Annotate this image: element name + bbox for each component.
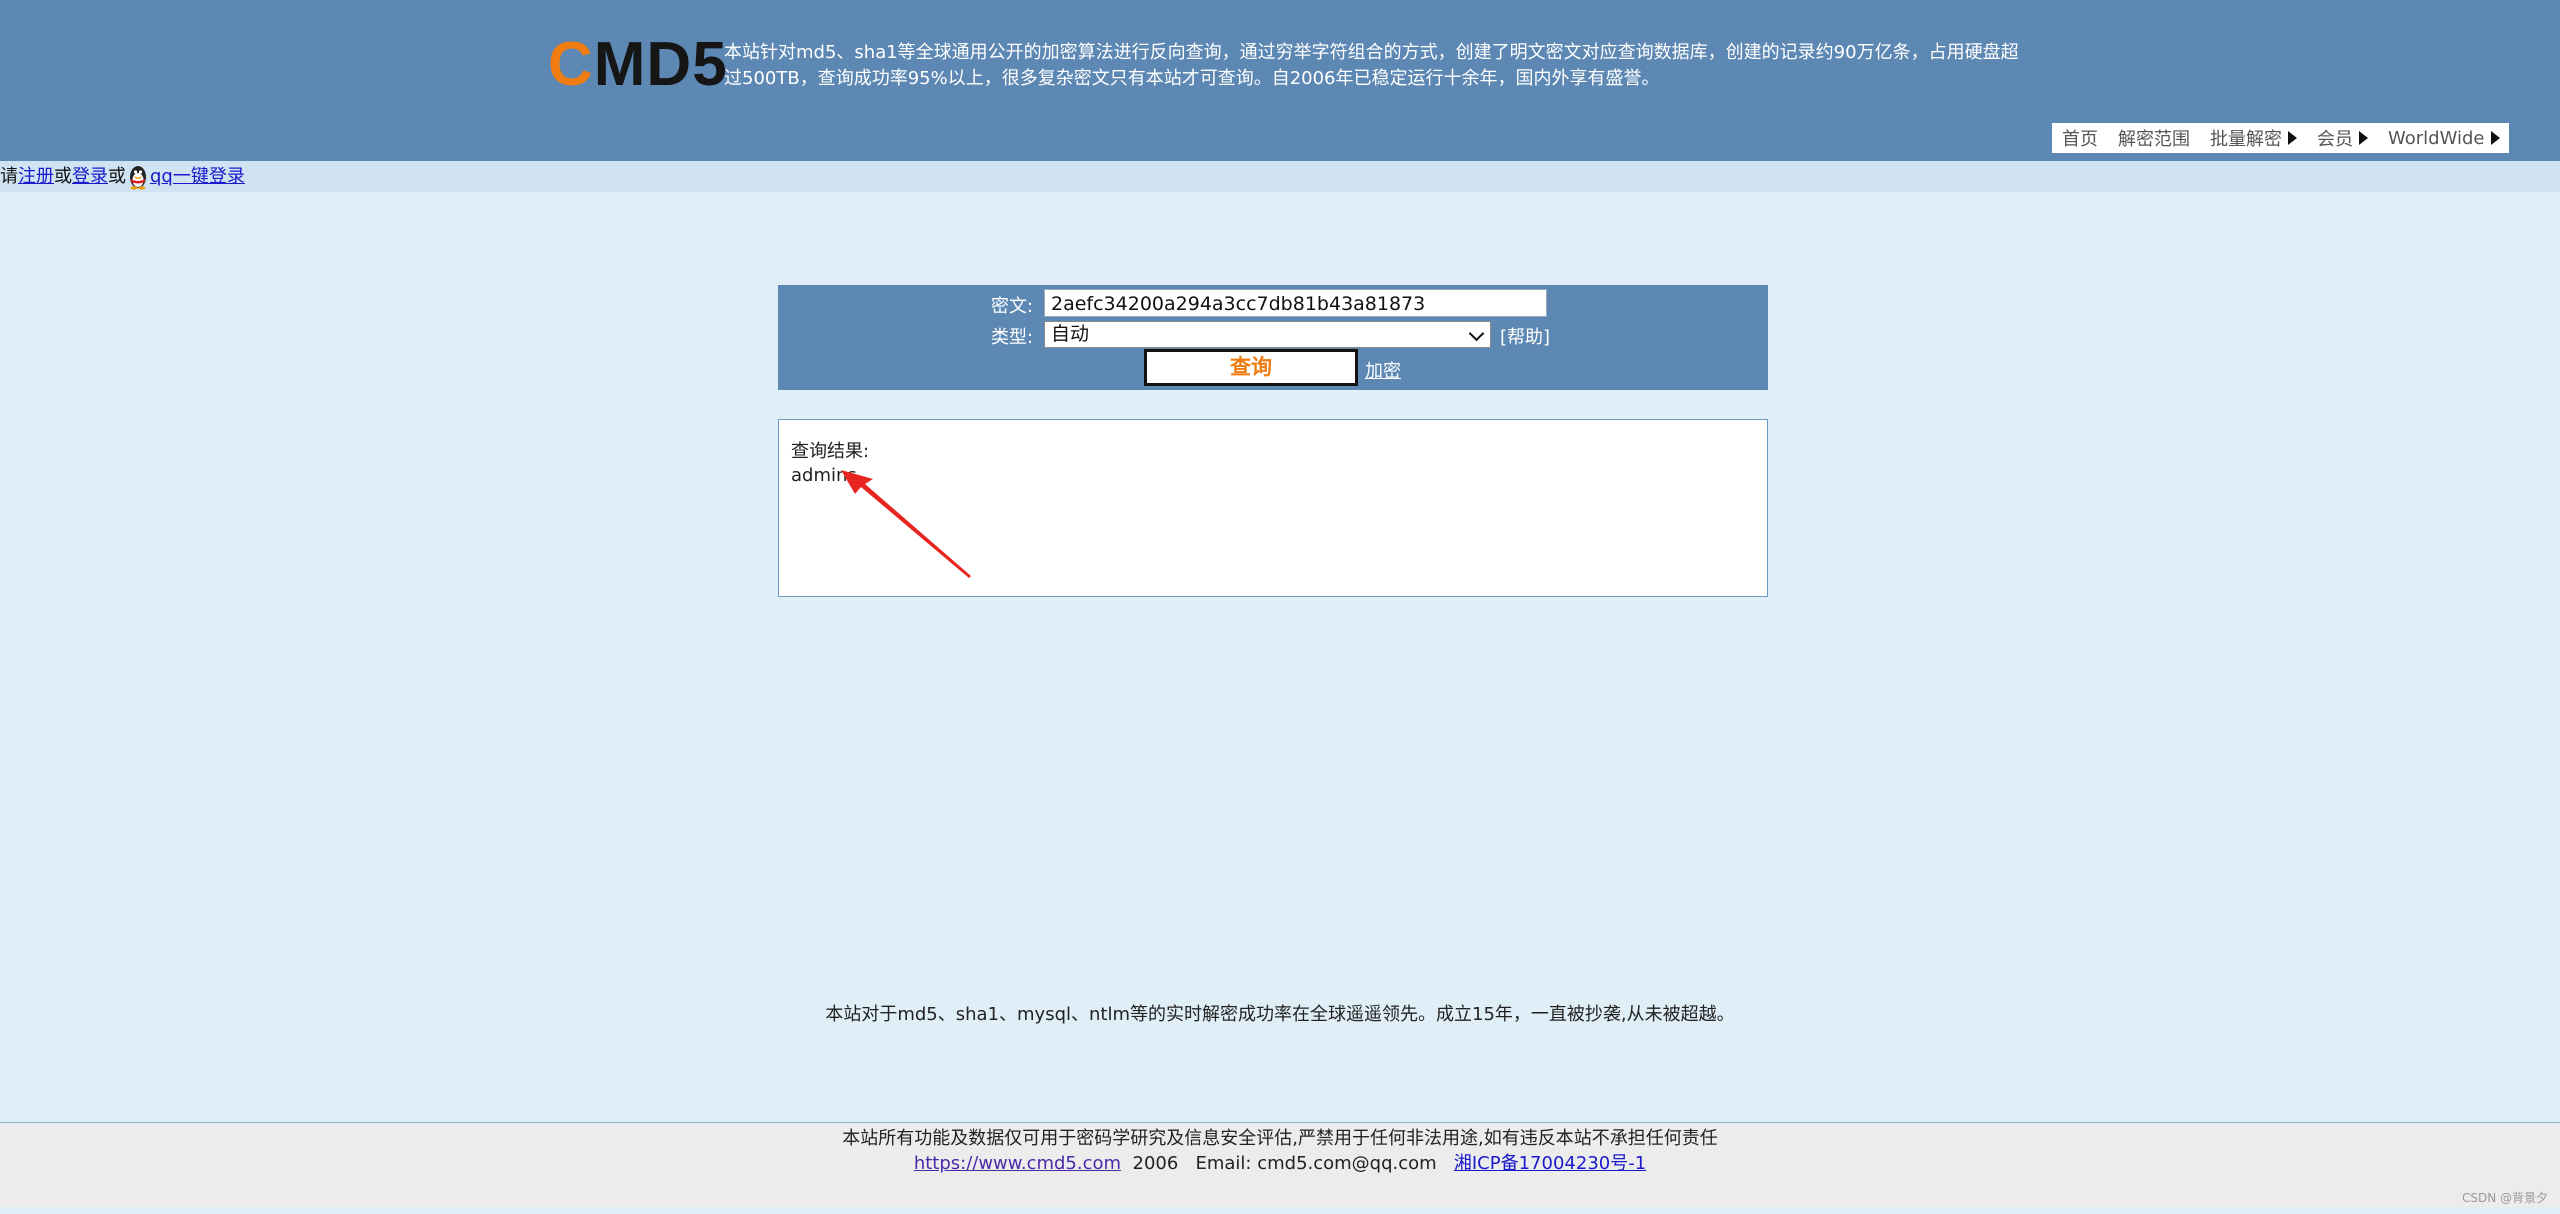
result-label: 查询结果: xyxy=(791,441,870,462)
cipher-label: 密文: xyxy=(991,296,1034,317)
register-link[interactable]: 注册 xyxy=(18,159,54,195)
query-button[interactable]: 查询 xyxy=(1144,349,1358,386)
triangle-right-icon xyxy=(2359,131,2368,145)
cmd5-logo[interactable]: CMD5 xyxy=(548,30,728,100)
footer-links: https://www.cmd5.com 2006 Email: cmd5.co… xyxy=(0,1149,2560,1175)
triangle-right-icon xyxy=(2288,131,2297,145)
qq-login-link[interactable]: qq一键登录 xyxy=(150,159,245,195)
nav-home[interactable]: 首页 xyxy=(2052,125,2108,151)
qq-penguin-icon[interactable] xyxy=(128,164,148,190)
footer-disclaimer: 本站所有功能及数据仅可用于密码学研究及信息安全评估,严禁用于任何非法用途,如有违… xyxy=(842,1128,1718,1149)
site-header: CMD5 本站针对md5、sha1等全球通用公开的加密算法进行反向查询，通过穷举… xyxy=(0,0,2560,161)
cipher-input[interactable]: 2aefc34200a294a3cc7db81b43a81873 xyxy=(1044,289,1547,317)
footer-year: 2006 xyxy=(1132,1153,1179,1174)
footer-email: Email: cmd5.com@qq.com xyxy=(1195,1153,1437,1174)
login-prefix: 请 xyxy=(0,165,18,187)
top-nav: 首页 解密范围 批量解密 会员 WorldWide xyxy=(2052,123,2509,153)
nav-batch-decrypt[interactable]: 批量解密 xyxy=(2200,125,2307,151)
type-select[interactable]: 自动 xyxy=(1044,321,1491,348)
triangle-right-icon xyxy=(2490,131,2500,145)
site-url-link[interactable]: https://www.cmd5.com xyxy=(914,1153,1121,1174)
login-link[interactable]: 登录 xyxy=(72,159,108,195)
slogan-text: 本站对于md5、sha1、mysql、ntlm等的实时解密成功率在全球遥遥领先。… xyxy=(825,1004,1735,1025)
encrypt-link[interactable]: 加密 xyxy=(1365,357,1401,383)
result-panel: 查询结果: admins xyxy=(778,419,1768,597)
chevron-down-icon xyxy=(1468,325,1485,342)
csdn-watermark: CSDN @背景夕 xyxy=(2461,1191,2548,1205)
or-text: 或 xyxy=(108,165,126,187)
red-arrow-annotation xyxy=(841,470,971,578)
footer: 本站所有功能及数据仅可用于密码学研究及信息安全评估,严禁用于任何非法用途,如有违… xyxy=(0,1122,2560,1207)
icp-link[interactable]: 湘ICP备17004230号-1 xyxy=(1454,1153,1646,1174)
nav-member[interactable]: 会员 xyxy=(2307,125,2378,151)
type-select-value: 自动 xyxy=(1051,323,1090,345)
help-link[interactable]: [帮助] xyxy=(1500,323,1550,349)
nav-worldwide[interactable]: WorldWide xyxy=(2378,128,2510,149)
or-text: 或 xyxy=(54,165,72,187)
login-bar: 请注册或登录或 qq一键登录 xyxy=(0,161,2560,192)
site-intro: 本站针对md5、sha1等全球通用公开的加密算法进行反向查询，通过穷举字符组合的… xyxy=(724,42,2019,89)
nav-decrypt-range[interactable]: 解密范围 xyxy=(2108,125,2200,151)
search-form: 密文: 2aefc34200a294a3cc7db81b43a81873 类型:… xyxy=(778,285,1768,390)
type-label: 类型: xyxy=(991,327,1034,348)
